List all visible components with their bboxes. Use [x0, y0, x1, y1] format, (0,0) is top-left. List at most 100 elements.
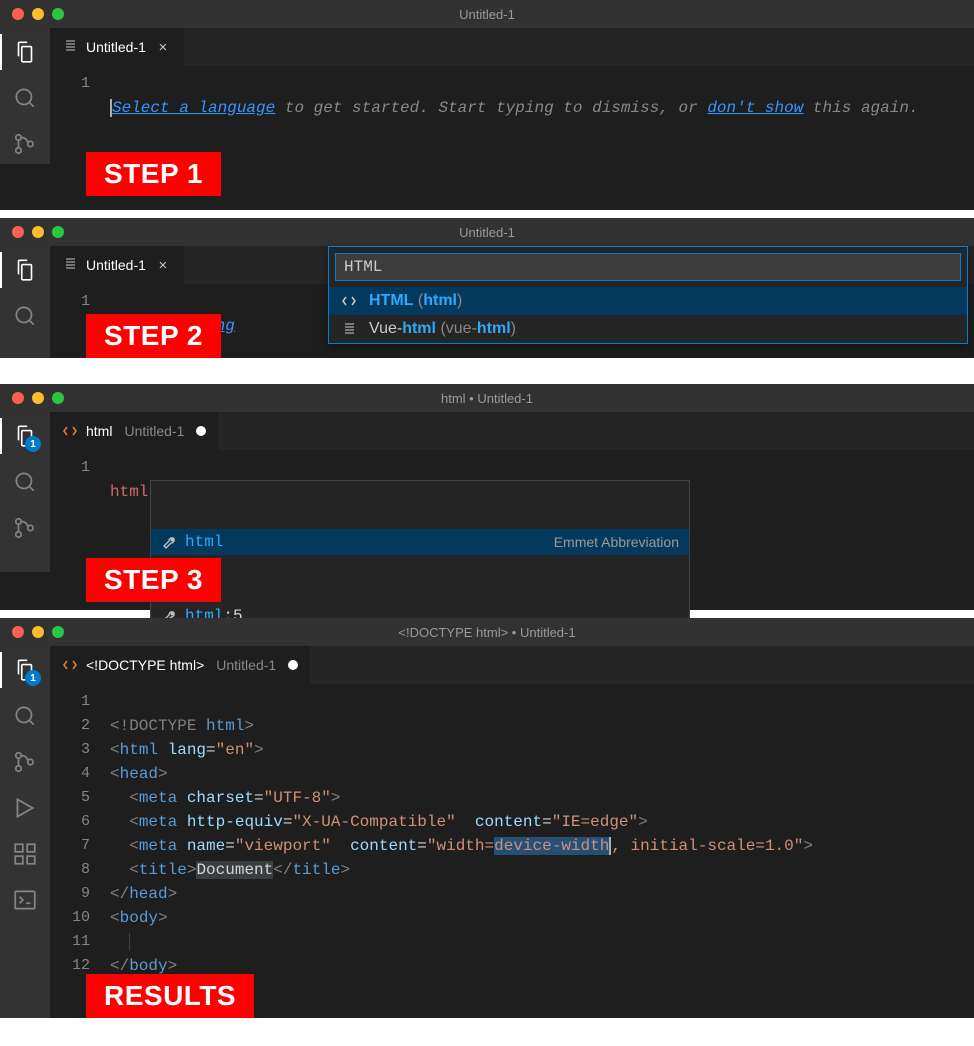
run-debug-icon[interactable]: [11, 794, 39, 822]
line-number: 1: [50, 290, 90, 314]
tab-html-untitled[interactable]: html Untitled-1: [50, 412, 219, 450]
code-content[interactable]: html html Emmet Abbreviation html:5: [110, 456, 974, 552]
option-match: html: [402, 320, 436, 337]
explorer-icon[interactable]: [11, 256, 39, 284]
source-control-icon[interactable]: [11, 514, 39, 542]
activity-bar: 1: [0, 646, 50, 1018]
language-option-vue-html[interactable]: Vue-html (vue-html): [329, 315, 967, 343]
code-token: <: [110, 861, 139, 879]
search-icon[interactable]: [11, 84, 39, 112]
traffic-lights: [0, 626, 64, 638]
code-token: =: [206, 741, 216, 759]
terminal-icon[interactable]: [11, 886, 39, 914]
code-token: title: [292, 861, 340, 879]
extensions-icon[interactable]: [11, 840, 39, 868]
minimize-window-button[interactable]: [32, 626, 44, 638]
code-token: </: [110, 885, 129, 903]
code-token: =: [417, 837, 427, 855]
option-label: HTML: [369, 292, 413, 309]
code-token: meta: [139, 813, 187, 831]
close-window-button[interactable]: [12, 626, 24, 638]
tab-untitled[interactable]: Untitled-1 ×: [50, 28, 185, 66]
line-number: 2: [50, 714, 90, 738]
code-token: title: [139, 861, 187, 879]
tabstrip: <!DOCTYPE html> Untitled-1: [50, 646, 974, 684]
suggest-item-html[interactable]: html Emmet Abbreviation: [151, 529, 689, 555]
code-token-selected: device-width: [494, 837, 609, 855]
html-icon: [62, 657, 78, 673]
list-icon: [341, 321, 359, 337]
tab-doctype-untitled[interactable]: <!DOCTYPE html> Untitled-1: [50, 646, 311, 684]
close-tab-icon[interactable]: ×: [154, 256, 172, 274]
placeholder-text: to get started. Start typing to dismiss,…: [275, 99, 707, 117]
language-picker-input[interactable]: [335, 253, 961, 281]
code-token: </: [273, 861, 292, 879]
language-option-html[interactable]: HTML (html): [329, 287, 967, 315]
titlebar[interactable]: Untitled-1: [0, 218, 974, 246]
code-token: <: [110, 909, 120, 927]
search-icon[interactable]: [11, 302, 39, 330]
source-control-icon[interactable]: [11, 130, 39, 158]
code-token: body: [120, 909, 158, 927]
dirty-dot-icon: [288, 660, 298, 670]
editor[interactable]: 1 html html Emmet Abbreviation html:5: [50, 450, 974, 572]
window-title: Untitled-1: [0, 225, 974, 240]
code-token: <: [110, 741, 120, 759]
window-step1: Untitled-1 Untitled-1 ×: [0, 0, 974, 210]
explorer-icon[interactable]: 1: [11, 656, 39, 684]
window-title: html • Untitled-1: [0, 391, 974, 406]
code-token: =: [225, 837, 235, 855]
minimize-window-button[interactable]: [32, 392, 44, 404]
code-content[interactable]: Select a language to get started. Start …: [110, 72, 974, 144]
maximize-window-button[interactable]: [52, 226, 64, 238]
window-step3: html • Untitled-1 1 html Untitl: [0, 384, 974, 610]
dont-show-link[interactable]: don't show: [707, 99, 803, 117]
code-token: </: [110, 957, 129, 975]
explorer-badge: 1: [25, 670, 41, 686]
tab-untitled[interactable]: Untitled-1 ×: [50, 246, 185, 284]
line-number: 8: [50, 858, 90, 882]
source-control-icon[interactable]: [11, 748, 39, 776]
code-token: >: [340, 861, 350, 879]
code-token: content: [350, 837, 417, 855]
code-token: head: [120, 765, 158, 783]
close-window-button[interactable]: [12, 226, 24, 238]
close-window-button[interactable]: [12, 392, 24, 404]
search-icon[interactable]: [11, 468, 39, 496]
code-token: >: [168, 885, 178, 903]
maximize-window-button[interactable]: [52, 8, 64, 20]
titlebar[interactable]: Untitled-1: [0, 0, 974, 28]
wrench-icon: [161, 534, 177, 550]
activity-bar: [0, 246, 50, 358]
maximize-window-button[interactable]: [52, 626, 64, 638]
maximize-window-button[interactable]: [52, 392, 64, 404]
titlebar[interactable]: html • Untitled-1: [0, 384, 974, 412]
line-number: 6: [50, 810, 90, 834]
search-icon[interactable]: [11, 702, 39, 730]
traffic-lights: [0, 8, 64, 20]
explorer-icon[interactable]: 1: [11, 422, 39, 450]
select-language-link[interactable]: Select a language: [112, 99, 275, 117]
file-icon: [62, 257, 78, 273]
line-number: 1: [50, 456, 90, 480]
minimize-window-button[interactable]: [32, 226, 44, 238]
close-tab-icon[interactable]: ×: [154, 38, 172, 56]
window-title: <!DOCTYPE html> • Untitled-1: [0, 625, 974, 640]
code-token: >: [331, 789, 341, 807]
editor[interactable]: 1 Select a language to get started. Star…: [50, 66, 974, 164]
code-token: =: [254, 789, 264, 807]
step-1-badge: STEP 1: [86, 152, 221, 196]
step-3-badge: STEP 3: [86, 558, 221, 602]
tab-name-label: Untitled-1: [216, 657, 276, 673]
dirty-dot-icon: [196, 426, 206, 436]
option-id-prefix: vue-: [446, 320, 477, 337]
minimize-window-button[interactable]: [32, 8, 44, 20]
results-badge: RESULTS: [86, 974, 254, 1018]
close-window-button[interactable]: [12, 8, 24, 20]
code-token: <: [110, 789, 139, 807]
titlebar[interactable]: <!DOCTYPE html> • Untitled-1: [0, 618, 974, 646]
explorer-icon[interactable]: [11, 38, 39, 66]
language-picker: HTML (html) Vue-html (vue-html): [328, 246, 968, 344]
code-token: >: [638, 813, 648, 831]
code-token: [110, 933, 129, 951]
